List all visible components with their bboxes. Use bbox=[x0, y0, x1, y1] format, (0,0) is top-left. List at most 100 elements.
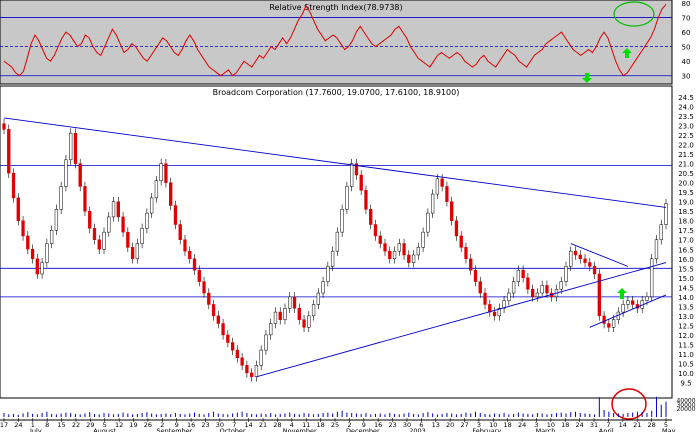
candle-body-81 bbox=[388, 250, 392, 260]
candle-body-29 bbox=[140, 228, 144, 244]
candle-body-77 bbox=[369, 209, 373, 225]
x-day-label-43: 14 bbox=[619, 421, 627, 429]
candle-body-65 bbox=[311, 304, 316, 317]
x-day-label-17: 14 bbox=[245, 421, 253, 429]
rsi-title: Relative Strength Index(78.9738) bbox=[269, 3, 402, 12]
candle-body-109 bbox=[521, 269, 525, 279]
candle-body-83 bbox=[397, 243, 401, 252]
x-day-label-10: 26 bbox=[144, 421, 152, 429]
price-tick-label-15.5: 15.5 bbox=[678, 265, 694, 273]
rsi-tick-label-40: 40 bbox=[682, 58, 691, 66]
candle-body-71 bbox=[340, 209, 344, 233]
rsi-y-axis: 30 40 50 60 70 80 bbox=[682, 0, 691, 81]
candle-body-135 bbox=[645, 296, 649, 301]
x-day-label-31: 20 bbox=[446, 421, 454, 429]
candle-body-7 bbox=[35, 258, 39, 275]
candle-body-3 bbox=[16, 197, 20, 221]
candle-body-102 bbox=[488, 304, 492, 313]
price-tick-label-20.5: 20.5 bbox=[678, 170, 694, 178]
candle-body-41 bbox=[197, 269, 201, 282]
candle-body-91 bbox=[435, 178, 440, 195]
price-tick-label-17.5: 17.5 bbox=[678, 227, 694, 235]
candle-body-103 bbox=[492, 311, 497, 317]
candle-body-113 bbox=[540, 285, 544, 294]
price-title: Broadcom Corporation (17.7600, 19.0700, … bbox=[213, 88, 460, 97]
candle-body-8 bbox=[40, 262, 44, 275]
candle-body-97 bbox=[464, 247, 468, 260]
x-day-label-8: 12 bbox=[115, 421, 123, 429]
candle-body-56 bbox=[269, 323, 273, 336]
candle-body-67 bbox=[321, 281, 325, 294]
candle-body-64 bbox=[307, 315, 311, 328]
candle-body-60 bbox=[288, 296, 292, 309]
candle-body-61 bbox=[292, 296, 297, 309]
price-tick-label-18.5: 18.5 bbox=[678, 208, 694, 216]
candle-body-117 bbox=[559, 281, 563, 290]
candle-body-86 bbox=[411, 254, 416, 263]
candle-body-100 bbox=[478, 281, 482, 294]
x-month-label-5: December bbox=[346, 427, 380, 432]
candle-body-49 bbox=[235, 349, 240, 358]
price-tick-label-10: 10.0 bbox=[678, 370, 694, 378]
price-tick-label-13: 13.0 bbox=[678, 313, 694, 321]
candle-body-23 bbox=[111, 201, 116, 218]
candle-body-118 bbox=[564, 266, 568, 282]
candle-body-106 bbox=[507, 292, 511, 301]
candle-body-27 bbox=[130, 247, 135, 260]
candle-body-85 bbox=[407, 254, 411, 263]
candle-body-46 bbox=[221, 323, 225, 336]
candle-body-128 bbox=[611, 319, 616, 328]
rsi-tick-label-80: 80 bbox=[682, 0, 691, 8]
candle-body-125 bbox=[597, 273, 601, 317]
price-panel: Broadcom Corporation (17.7600, 19.0700, … bbox=[0, 85, 696, 420]
candle-body-99 bbox=[473, 269, 478, 282]
x-day-label-14: 23 bbox=[201, 421, 209, 429]
candle-body-4 bbox=[21, 220, 25, 237]
candle-body-12 bbox=[59, 186, 63, 210]
price-tick-label-23: 23.0 bbox=[678, 123, 694, 131]
x-day-label-44: 21 bbox=[633, 421, 641, 429]
candle-body-52 bbox=[250, 372, 254, 378]
candle-body-120 bbox=[573, 250, 578, 256]
x-month-label-7: February bbox=[472, 427, 501, 432]
price-tick-label-22.5: 22.5 bbox=[678, 132, 694, 140]
candle-body-11 bbox=[54, 209, 59, 231]
candle-body-50 bbox=[240, 357, 244, 366]
rsi-panel: Relative Strength Index(78.9738) 30 40 50 6… bbox=[0, 0, 691, 85]
candle-body-110 bbox=[526, 277, 530, 290]
candle-body-54 bbox=[259, 349, 263, 366]
x-month-label-4: November bbox=[283, 427, 317, 432]
candle-body-22 bbox=[107, 216, 111, 233]
candle-body-126 bbox=[602, 315, 606, 324]
price-tick-label-11.5: 11.5 bbox=[678, 341, 694, 349]
x-day-label-18: 21 bbox=[259, 421, 267, 429]
candle-body-123 bbox=[588, 262, 592, 267]
candle-body-5 bbox=[26, 235, 30, 250]
rsi-tick-label-30: 30 bbox=[682, 73, 691, 81]
candle-body-53 bbox=[254, 365, 259, 378]
candle-body-121 bbox=[578, 254, 582, 260]
candle-body-63 bbox=[302, 319, 306, 328]
candle-body-101 bbox=[483, 292, 487, 305]
rsi-tick-label-70: 70 bbox=[682, 15, 691, 23]
candle-body-127 bbox=[607, 323, 611, 328]
x-day-label-32: 27 bbox=[460, 421, 468, 429]
x-day-label-39: 18 bbox=[561, 421, 569, 429]
candle-body-79 bbox=[378, 235, 382, 244]
candle-body-24 bbox=[116, 201, 120, 218]
candle-body-13 bbox=[64, 159, 68, 187]
candle-body-28 bbox=[135, 243, 140, 260]
price-tick-label-14: 14.0 bbox=[678, 294, 694, 302]
candle-body-44 bbox=[211, 304, 216, 317]
candle-body-43 bbox=[207, 292, 211, 305]
candle-body-93 bbox=[445, 186, 449, 202]
candle-body-68 bbox=[326, 266, 330, 282]
x-day-label-5: 22 bbox=[72, 421, 80, 429]
candle-body-122 bbox=[583, 258, 587, 263]
candle-body-40 bbox=[192, 258, 197, 271]
x-month-label-2: September bbox=[156, 427, 192, 432]
rsi-tick-label-60: 60 bbox=[682, 29, 691, 37]
candle-body-58 bbox=[278, 311, 282, 320]
candle-body-82 bbox=[392, 250, 397, 260]
candle-body-87 bbox=[416, 247, 420, 256]
